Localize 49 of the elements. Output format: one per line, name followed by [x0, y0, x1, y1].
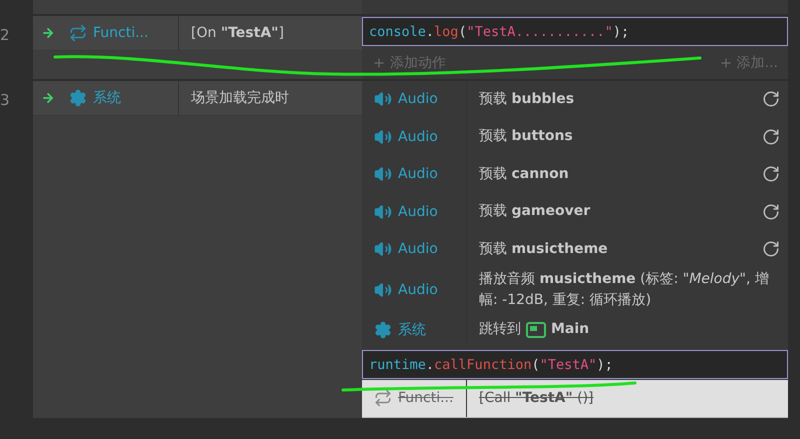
speaker-icon: [374, 90, 392, 108]
object-name: Functi...: [398, 390, 454, 406]
layout-icon: [526, 322, 546, 338]
layout-name: Main: [551, 320, 590, 340]
arrow-icon: [41, 26, 55, 40]
action-row[interactable]: Audio 预载 gameover: [362, 194, 788, 231]
object-name: 系统: [93, 89, 121, 107]
object-name: Audio: [398, 241, 438, 258]
action-row[interactable]: Audio 预载 musictheme: [362, 231, 788, 268]
speaker-icon: [374, 202, 392, 221]
action-text: 预载 musictheme: [478, 240, 608, 259]
gear-icon: [374, 320, 392, 339]
action-text: [Call "TestA" ()]: [478, 388, 594, 408]
object-name: Functi...: [93, 25, 148, 41]
object-name: Audio: [398, 128, 438, 145]
action-text: 预载 buttons: [478, 127, 573, 146]
object-name: 系统: [398, 320, 426, 339]
speaker-icon: [374, 128, 392, 146]
condition-row[interactable]: Functi... [On "TestA"]: [33, 16, 362, 51]
arrow-icon: [41, 91, 55, 105]
action-text: 播放音频 musictheme (标签: "Melody", 增幅: -12dB, 重复: 循环播放): [478, 270, 770, 310]
action-row[interactable]: Audio 播放音频 musictheme (标签: "Melody", 增幅: -12dB, 重复: 循环播放): [362, 268, 788, 312]
object-name: Audio: [398, 282, 438, 298]
line-number: 2: [0, 26, 10, 44]
object-name: Audio: [398, 166, 438, 182]
speaker-icon: [374, 280, 392, 298]
action-row[interactable]: Audio 预载 buttons: [362, 118, 788, 156]
gear-icon: [69, 89, 87, 107]
speaker-icon: [374, 165, 392, 184]
code-field[interactable]: runtime.callFunction("TestA");: [362, 350, 788, 379]
action-text: 预载 cannon: [478, 164, 569, 184]
plus-icon: [718, 56, 733, 70]
code-field[interactable]: console.log("TestA...........");: [362, 17, 788, 46]
object-name: Audio: [398, 91, 438, 108]
action-text: 跳转到: [478, 320, 521, 340]
condition-row[interactable]: 系统 场景加载完成时: [33, 81, 362, 116]
action-text: 预载 gameover: [478, 202, 590, 222]
cycle-arrows-icon: [69, 24, 87, 42]
action-row[interactable]: Audio 预载 bubbles: [362, 81, 788, 118]
action-row[interactable]: Audio 预载 cannon: [362, 156, 788, 194]
condition-text: 场景加载完成时: [190, 88, 289, 108]
object-name: Audio: [398, 204, 438, 220]
action-text: 预载 bubbles: [478, 90, 574, 109]
speaker-icon: [374, 240, 392, 258]
plus-icon: [372, 56, 386, 70]
line-number: 3: [0, 91, 10, 109]
cycle-arrows-icon: [374, 389, 392, 408]
condition-text: [On "TestA"]: [190, 24, 284, 42]
action-row[interactable]: 系统 跳转到 Main: [362, 312, 788, 349]
